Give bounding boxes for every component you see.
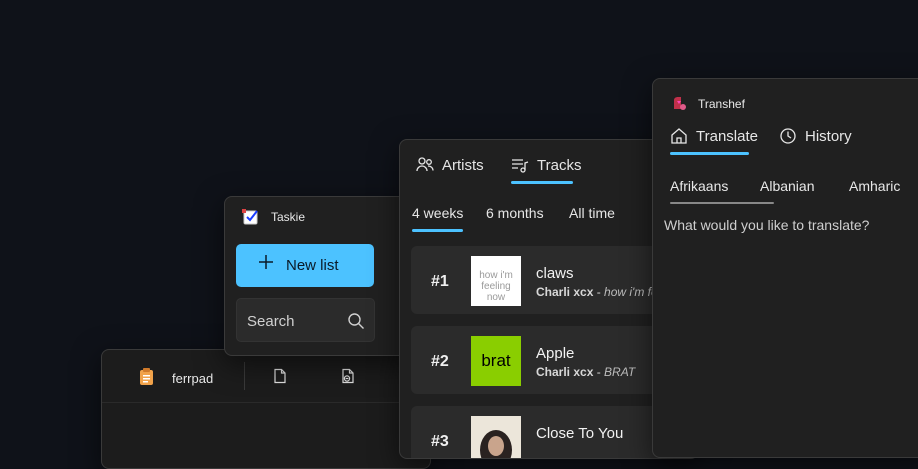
track-rank: #2 (431, 353, 449, 370)
album-art: how i'm feeling now (471, 256, 521, 306)
album-art-portrait (471, 416, 521, 458)
language-selected-indicator (670, 202, 774, 204)
tab-selected-indicator (670, 152, 749, 155)
taskie-title: Taskie (271, 210, 306, 224)
album-art: brat (471, 336, 521, 386)
taskie-logo-icon (241, 207, 261, 227)
toolbar-divider (244, 362, 245, 390)
album-art (471, 416, 521, 458)
ferrpad-window: ferrpad (101, 349, 431, 469)
taskie-window: Taskie New list Search (224, 196, 424, 356)
track-rank: #3 (431, 433, 449, 450)
music-list-icon (512, 159, 529, 173)
tab-artists[interactable]: Artists (416, 156, 484, 174)
period-selected-indicator (412, 229, 463, 232)
track-artist: Charli xcx (536, 365, 594, 379)
tab-artists-label: Artists (442, 156, 484, 174)
new-list-button[interactable]: New list (236, 244, 374, 287)
clock-icon (780, 128, 796, 144)
home-icon (671, 128, 687, 144)
tab-tracks-label: Tracks (537, 156, 582, 174)
translate-input-placeholder[interactable]: What would you like to translate? (664, 217, 869, 233)
language-option[interactable]: Afrikaans (670, 178, 728, 194)
language-option[interactable]: Amharic (849, 178, 900, 194)
plus-icon (258, 254, 274, 270)
track-name: Close To You (536, 425, 624, 442)
language-option[interactable]: Albanian (760, 178, 815, 194)
new-file-icon[interactable] (270, 366, 290, 386)
transhef-title: Transhef (698, 97, 745, 111)
tab-translate[interactable]: Translate (670, 127, 758, 145)
ferrpad-title: ferrpad (172, 371, 214, 386)
track-album: BRAT (604, 365, 636, 379)
ferrpad-logo-icon (138, 368, 156, 386)
track-rank: #1 (431, 273, 449, 290)
tab-tracks[interactable]: Tracks (511, 156, 581, 174)
album-art-text: how i'm feeling now (479, 270, 513, 303)
ferrpad-toolbar: ferrpad (102, 350, 430, 403)
track-name: Apple (536, 345, 575, 362)
period-6-months[interactable]: 6 months (486, 205, 544, 221)
new-list-label: New list (286, 257, 339, 274)
transhef-logo-icon (671, 95, 687, 111)
transhef-window: Transhef Translate History Afrikaans Alb… (652, 78, 918, 458)
tab-history[interactable]: History (779, 127, 852, 145)
track-artist-line: Charli xcx - BRAT (536, 365, 636, 379)
open-file-icon[interactable] (338, 366, 358, 386)
tab-selected-indicator (511, 181, 573, 184)
people-icon (416, 157, 434, 172)
period-4-weeks[interactable]: 4 weeks (412, 205, 463, 221)
album-art-text: brat (481, 351, 511, 370)
tab-translate-label: Translate (696, 127, 758, 145)
search-icon[interactable] (347, 312, 365, 330)
tab-history-label: History (805, 127, 852, 145)
search-input[interactable]: Search (236, 298, 375, 342)
track-artist: Charli xcx (536, 285, 594, 299)
track-name: claws (536, 265, 574, 282)
search-placeholder: Search (247, 313, 295, 330)
period-all-time[interactable]: All time (569, 205, 615, 221)
